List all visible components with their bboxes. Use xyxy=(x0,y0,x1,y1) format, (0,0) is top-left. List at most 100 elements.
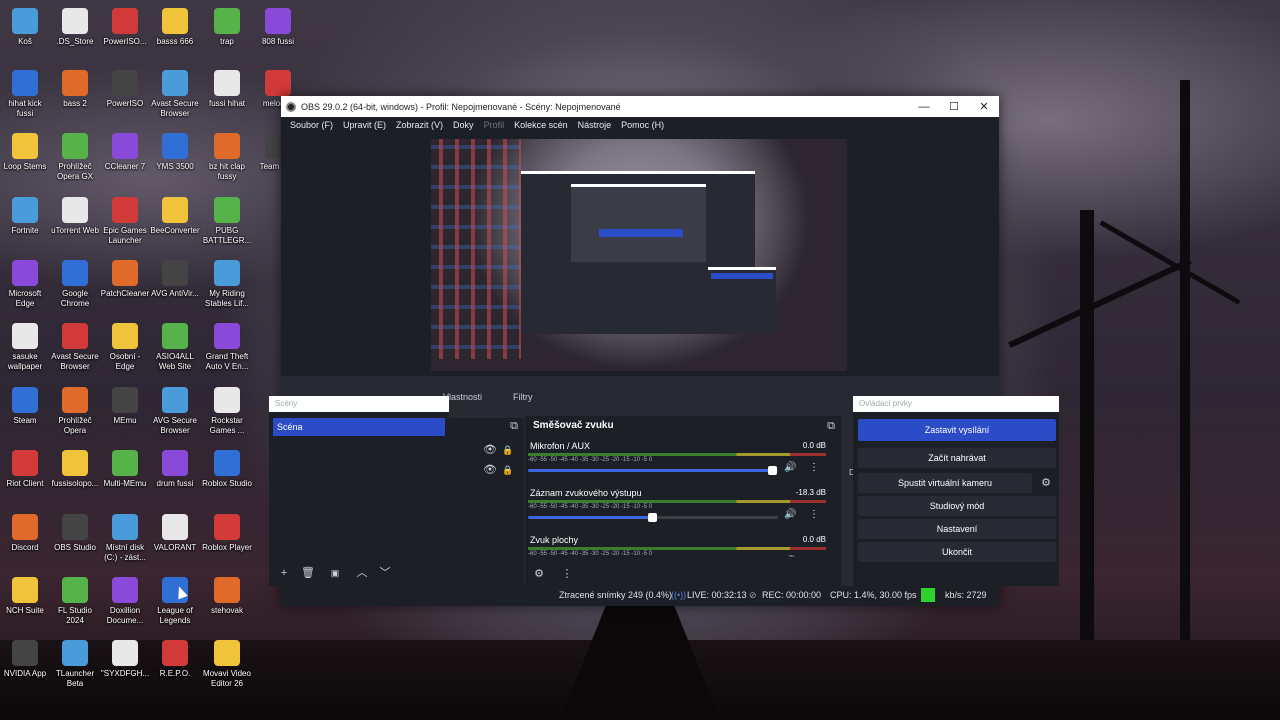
desktop-icon[interactable]: PowerISO xyxy=(100,70,150,109)
desktop-icon[interactable]: Roblox Player xyxy=(202,514,252,553)
desktop-icon[interactable]: 808 fussi xyxy=(253,8,303,47)
speaker-icon[interactable]: 🔊 xyxy=(784,556,796,557)
volume-slider[interactable] xyxy=(528,513,778,522)
stop-streaming-button[interactable]: Zastavit vysílání xyxy=(858,419,1056,441)
visibility-eye-icon[interactable]: 👁 xyxy=(482,442,498,458)
desktop-icon[interactable]: Avast Secure Browser xyxy=(150,70,200,119)
desktop-icon[interactable]: Grand Theft Auto V En... xyxy=(202,323,252,372)
menu-edit[interactable]: Upravit (E) xyxy=(338,120,391,130)
speaker-icon[interactable]: 🔊 xyxy=(784,462,796,473)
volume-knob[interactable] xyxy=(768,466,777,475)
desktop-icon[interactable]: My Riding Stables Lif... xyxy=(202,260,252,309)
studio-mode-button[interactable]: Studiový mód xyxy=(858,496,1056,516)
desktop-icon[interactable]: YMS 3500 xyxy=(150,133,200,172)
desktop-icon[interactable]: Riot Client xyxy=(0,450,50,489)
controls-dock-header[interactable]: Ovládací prvky xyxy=(853,396,1059,412)
desktop-icon[interactable]: Fortnite xyxy=(0,197,50,236)
desktop-icon[interactable]: Roblox Studio xyxy=(202,450,252,489)
move-down-icon[interactable]: ﹀ xyxy=(377,565,393,581)
desktop-icon[interactable]: sasuke wallpaper xyxy=(0,323,50,372)
desktop-icon[interactable]: NVIDIA App xyxy=(0,640,50,679)
title-bar[interactable]: OBS 29.0.2 (64-bit, windows) - Profil: N… xyxy=(281,96,999,117)
desktop-icon[interactable]: Google Chrome xyxy=(50,260,100,309)
mixer-settings-gear-icon[interactable]: ⚙ xyxy=(531,566,547,582)
lock-icon[interactable]: 🔒 xyxy=(500,442,516,458)
menu-view[interactable]: Zobrazit (V) xyxy=(391,120,448,130)
desktop-icon[interactable]: Discord xyxy=(0,514,50,553)
desktop-icon[interactable]: VALORANT xyxy=(150,514,200,553)
visibility-eye-icon[interactable]: 👁 xyxy=(482,462,498,478)
move-up-icon[interactable]: ︿ xyxy=(354,565,370,581)
desktop-icon[interactable]: uTorrent Web xyxy=(50,197,100,236)
desktop-icon[interactable]: Steam xyxy=(0,387,50,426)
desktop-icon[interactable]: Koš xyxy=(0,8,50,47)
settings-button[interactable]: Nastavení xyxy=(858,519,1056,539)
desktop-icon[interactable]: .DS_Store xyxy=(50,8,100,47)
menu-docks[interactable]: Doky xyxy=(448,120,479,130)
desktop-icon[interactable]: Epic Games Launcher xyxy=(100,197,150,246)
scenes-dock-header[interactable]: Scény xyxy=(269,396,449,412)
dock-float-icon[interactable]: ⧉ xyxy=(823,418,839,434)
desktop-icon[interactable]: Rockstar Games ... xyxy=(202,387,252,436)
desktop-icon[interactable]: CCleaner 7 xyxy=(100,133,150,172)
desktop-icon[interactable]: ASIO4ALL Web Site xyxy=(150,323,200,372)
maximize-button[interactable]: ☐ xyxy=(939,100,969,113)
desktop-icon[interactable]: PowerISO... xyxy=(100,8,150,47)
channel-menu-icon[interactable]: ⋮ xyxy=(809,509,819,520)
desktop-icon[interactable]: fussi hihat xyxy=(202,70,252,109)
desktop-icon[interactable]: Movavi Video Editor 26 xyxy=(202,640,252,689)
menu-help[interactable]: Pomoc (H) xyxy=(616,120,669,130)
dock-float-icon[interactable]: ⧉ xyxy=(506,418,522,434)
desktop-icon[interactable]: Prohlížeč Opera xyxy=(50,387,100,436)
desktop-icon[interactable]: Multi-MEmu xyxy=(100,450,150,489)
desktop-icon[interactable]: Loop Stems xyxy=(0,133,50,172)
add-scene-icon[interactable]: + xyxy=(276,565,292,581)
lock-icon[interactable]: 🔒 xyxy=(500,462,516,478)
desktop-icon[interactable]: "SYXDFGH... xyxy=(100,640,150,679)
stream-preview[interactable] xyxy=(431,139,847,371)
menu-scene-collection[interactable]: Kolekce scén xyxy=(509,120,573,130)
start-recording-button[interactable]: Začít nahrávat xyxy=(858,448,1056,468)
desktop-icon[interactable]: bz hit clap fussy xyxy=(202,133,252,182)
desktop-icon[interactable]: fussisolopo... xyxy=(50,450,100,489)
start-virtual-camera-button[interactable]: Spustit virtuální kameru xyxy=(858,473,1032,493)
desktop-icon[interactable]: trap xyxy=(202,8,252,47)
menu-profile[interactable]: Profil xyxy=(479,120,510,130)
menu-tools[interactable]: Nástroje xyxy=(573,120,617,130)
mixer-menu-icon[interactable]: ⋮ xyxy=(559,566,575,582)
desktop-icon[interactable]: Doxillion Docume... xyxy=(100,577,150,626)
desktop-icon[interactable]: AVG AntiVir... xyxy=(150,260,200,299)
desktop-icon[interactable]: drum fussi xyxy=(150,450,200,489)
desktop-icon[interactable]: FL Studio 2024 xyxy=(50,577,100,626)
desktop-icon[interactable]: Avast Secure Browser xyxy=(50,323,100,372)
speaker-icon[interactable]: 🔊 xyxy=(784,509,796,520)
desktop-icon[interactable]: hihat kick fussi xyxy=(0,70,50,119)
volume-slider[interactable] xyxy=(528,466,778,475)
minimize-button[interactable]: — xyxy=(909,101,939,113)
desktop-icon[interactable]: Místní disk (C:) - zást... xyxy=(100,514,150,563)
volume-knob[interactable] xyxy=(648,513,657,522)
desktop-icon[interactable]: OBS Studio xyxy=(50,514,100,553)
scene-item[interactable]: Scéna xyxy=(273,418,445,436)
menu-file[interactable]: Soubor (F) xyxy=(285,120,338,130)
desktop-icon[interactable]: Prohlížeč Opera GX xyxy=(50,133,100,182)
desktop-icon[interactable]: R.E.P.O. xyxy=(150,640,200,679)
channel-menu-icon[interactable]: ⋮ xyxy=(809,556,819,557)
close-button[interactable]: ✕ xyxy=(969,100,999,113)
desktop-icon[interactable]: bass 2 xyxy=(50,70,100,109)
desktop-icon[interactable]: NCH Suite xyxy=(0,577,50,616)
desktop-icon[interactable]: PatchCleaner xyxy=(100,260,150,299)
desktop-icon[interactable]: basss 666 xyxy=(150,8,200,47)
desktop-icon[interactable]: TLauncher Beta xyxy=(50,640,100,689)
desktop-icon[interactable]: MEmu xyxy=(100,387,150,426)
desktop-icon[interactable]: Microsoft Edge xyxy=(0,260,50,309)
exit-button[interactable]: Ukončit xyxy=(858,542,1056,562)
tab-filters[interactable]: Filtry xyxy=(503,392,533,402)
desktop-icon[interactable]: BeeConverter xyxy=(150,197,200,236)
desktop-icon[interactable]: PUBG BATTLEGR... xyxy=(202,197,252,246)
remove-scene-icon[interactable]: 🗑 xyxy=(300,565,316,581)
virtual-camera-settings-gear-icon[interactable]: ⚙ xyxy=(1038,475,1054,491)
scene-filters-icon[interactable]: ▣ xyxy=(327,565,343,581)
desktop-icon[interactable]: League of Legends xyxy=(150,577,200,626)
desktop-icon[interactable]: AVG Secure Browser xyxy=(150,387,200,436)
